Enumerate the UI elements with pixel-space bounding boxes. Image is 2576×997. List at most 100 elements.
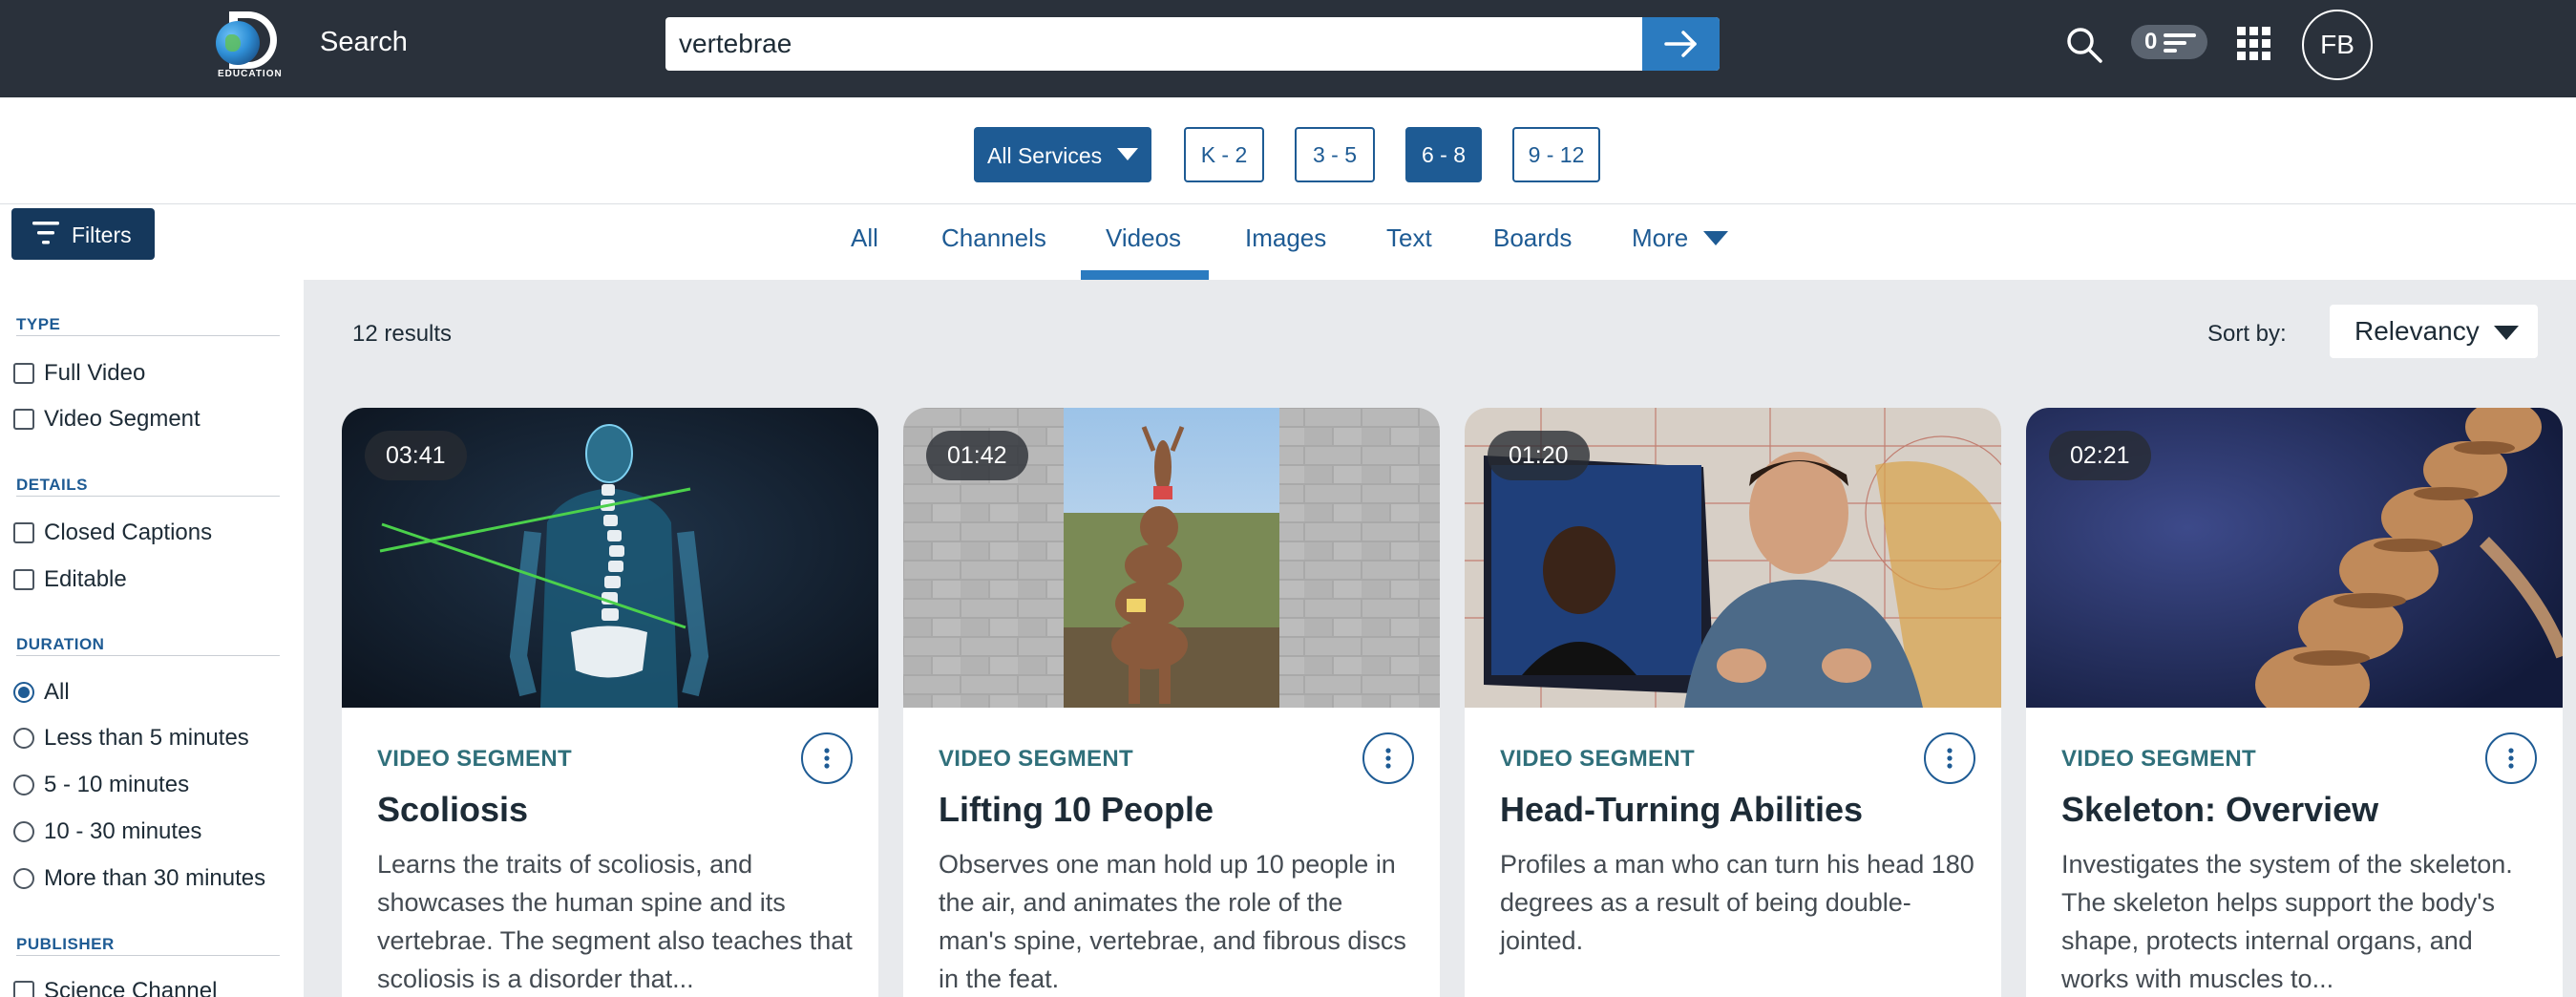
section-divider xyxy=(16,496,280,497)
option-label: Full Video xyxy=(44,360,146,386)
list-count: 0 xyxy=(2144,29,2158,54)
search-submit-button[interactable] xyxy=(1642,17,1720,71)
video-thumbnail[interactable]: 01:42 xyxy=(903,408,1440,708)
video-card[interactable]: 01:20 VIDEO SEGMENT Head-Turning Abiliti… xyxy=(1465,408,2001,997)
option-label: Video Segment xyxy=(44,406,201,432)
checkbox[interactable] xyxy=(13,522,34,543)
option-label: Closed Captions xyxy=(44,520,213,545)
active-tab-indicator xyxy=(1081,270,1209,280)
vertical-ellipsis-icon xyxy=(1385,748,1391,769)
radio-button[interactable] xyxy=(13,682,34,703)
video-duration: 01:42 xyxy=(926,431,1028,480)
duration-section-title: DURATION xyxy=(16,635,105,653)
tab-images[interactable]: Images xyxy=(1245,223,1326,253)
logo-text: EDUCATION xyxy=(218,69,283,79)
tab-videos[interactable]: Videos xyxy=(1106,223,1181,253)
radio-button[interactable] xyxy=(13,774,34,795)
card-description: Learns the traits of scoliosis, and show… xyxy=(377,850,853,993)
checkbox[interactable] xyxy=(13,981,34,997)
results-panel: 12 results Sort by: Relevancy 03:41 VIDE… xyxy=(304,280,2576,997)
video-thumbnail[interactable]: 02:21 xyxy=(2026,408,2563,708)
grade-9-12-button[interactable]: 9 - 12 xyxy=(1512,127,1600,182)
top-navigation-bar: EDUCATION Search 0 FB xyxy=(0,0,2576,97)
sort-dropdown[interactable]: Relevancy xyxy=(2330,305,2538,358)
filter-icon xyxy=(32,222,59,244)
card-options-button[interactable] xyxy=(801,732,853,784)
option-label: Less than 5 minutes xyxy=(44,725,249,751)
section-divider xyxy=(16,655,280,656)
radio-button[interactable] xyxy=(13,868,34,889)
grade-k-2-button[interactable]: K - 2 xyxy=(1184,127,1264,182)
sort-label: Sort by: xyxy=(2207,321,2287,347)
discovery-education-logo[interactable]: EDUCATION xyxy=(212,11,296,80)
card-title[interactable]: Lifting 10 People xyxy=(939,790,1214,830)
card-type: VIDEO SEGMENT xyxy=(2061,746,2256,772)
card-options-button[interactable] xyxy=(2485,732,2537,784)
tab-boards[interactable]: Boards xyxy=(1493,223,1572,253)
arrow-right-icon xyxy=(1663,31,1697,57)
filters-label: Filters xyxy=(72,223,132,247)
result-type-tabs: Filters All Channels Videos Images Text … xyxy=(0,204,2576,280)
video-duration: 02:21 xyxy=(2049,431,2151,480)
services-label: All Services xyxy=(987,143,1103,168)
card-options-button[interactable] xyxy=(1362,732,1414,784)
checkbox[interactable] xyxy=(13,569,34,590)
card-options-button[interactable] xyxy=(1924,732,1975,784)
caret-down-icon xyxy=(1117,148,1138,160)
publisher-science-channel[interactable]: Science Channel xyxy=(13,977,217,997)
caret-down-icon xyxy=(2494,326,2519,340)
grade-filter-bar: All Services K - 2 3 - 5 6 - 8 9 - 12 xyxy=(0,97,2576,204)
card-title[interactable]: Skeleton: Overview xyxy=(2061,790,2378,830)
search-input[interactable] xyxy=(679,25,1538,63)
grade-6-8-button[interactable]: 6 - 8 xyxy=(1405,127,1482,182)
search-icon[interactable] xyxy=(2065,26,2103,64)
duration-5-10[interactable]: 5 - 10 minutes xyxy=(13,771,189,799)
card-title[interactable]: Head-Turning Abilities xyxy=(1500,790,1863,830)
tab-channels[interactable]: Channels xyxy=(941,223,1046,253)
apps-grid-icon[interactable] xyxy=(2237,27,2271,61)
radio-button[interactable] xyxy=(13,821,34,842)
list-icon xyxy=(2164,33,2196,53)
card-type: VIDEO SEGMENT xyxy=(377,746,572,772)
filter-editable[interactable]: Editable xyxy=(13,565,127,594)
video-thumbnail[interactable]: 01:20 xyxy=(1465,408,2001,708)
type-section-title: TYPE xyxy=(16,315,61,333)
card-type: VIDEO SEGMENT xyxy=(1500,746,1695,772)
option-label: More than 30 minutes xyxy=(44,865,266,891)
option-label: Science Channel xyxy=(44,978,218,997)
video-card[interactable]: 02:21 VIDEO SEGMENT Skeleton: Overview I… xyxy=(2026,408,2563,997)
card-description: Profiles a man who can turn his head 180… xyxy=(1500,850,1974,955)
radio-button[interactable] xyxy=(13,728,34,749)
duration-10-30[interactable]: 10 - 30 minutes xyxy=(13,817,201,846)
card-type: VIDEO SEGMENT xyxy=(939,746,1133,772)
checkbox[interactable] xyxy=(13,409,34,430)
video-card[interactable]: 03:41 VIDEO SEGMENT Scoliosis Learns the… xyxy=(342,408,878,997)
results-count: 12 results xyxy=(352,321,453,347)
video-duration: 01:20 xyxy=(1488,431,1590,480)
user-avatar[interactable]: FB xyxy=(2302,10,2373,80)
duration-all[interactable]: All xyxy=(13,678,70,707)
globe-icon xyxy=(216,21,260,65)
my-list-button[interactable]: 0 xyxy=(2131,25,2207,59)
video-card[interactable]: 01:42 VIDEO SEGMENT Lifting 10 People Ob… xyxy=(903,408,1440,997)
duration-more-than-30[interactable]: More than 30 minutes xyxy=(13,864,265,893)
tab-all[interactable]: All xyxy=(851,223,878,253)
card-description: Investigates the system of the skeleton.… xyxy=(2061,850,2513,993)
filter-video-segment[interactable]: Video Segment xyxy=(13,405,201,434)
all-services-dropdown[interactable]: All Services xyxy=(974,127,1151,182)
publisher-section-title: PUBLISHER xyxy=(16,935,115,953)
tab-text[interactable]: Text xyxy=(1386,223,1432,253)
filter-full-video[interactable]: Full Video xyxy=(13,359,145,388)
duration-less-than-5[interactable]: Less than 5 minutes xyxy=(13,724,249,753)
video-thumbnail[interactable]: 03:41 xyxy=(342,408,878,708)
vertical-ellipsis-icon xyxy=(824,748,830,769)
search-label: Search xyxy=(320,27,408,57)
filter-closed-captions[interactable]: Closed Captions xyxy=(13,519,212,547)
grade-3-5-button[interactable]: 3 - 5 xyxy=(1295,127,1375,182)
checkbox[interactable] xyxy=(13,363,34,384)
card-title[interactable]: Scoliosis xyxy=(377,790,528,830)
details-section-title: DETAILS xyxy=(16,476,88,494)
tab-more[interactable]: More xyxy=(1632,223,1729,253)
filters-button[interactable]: Filters xyxy=(11,208,155,260)
option-label: 10 - 30 minutes xyxy=(44,818,202,844)
